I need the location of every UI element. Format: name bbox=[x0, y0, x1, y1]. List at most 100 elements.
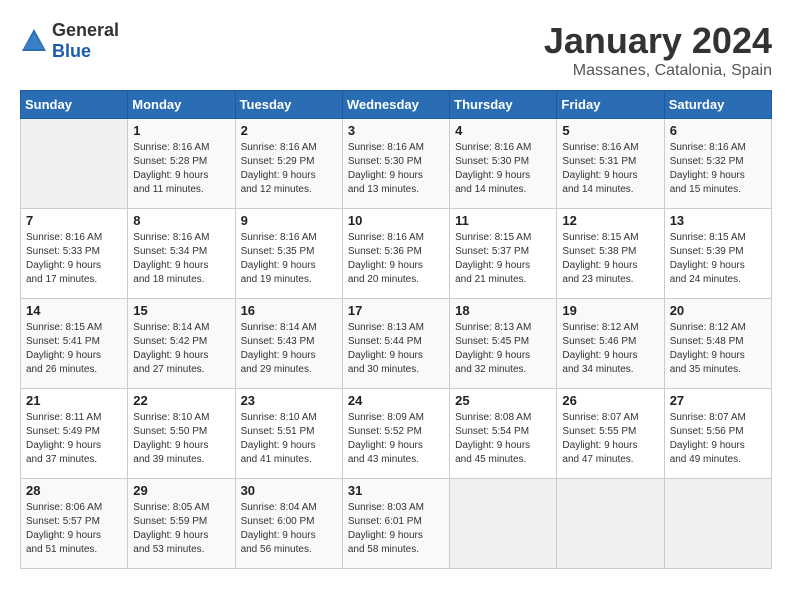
day-info: Sunrise: 8:15 AMSunset: 5:37 PMDaylight:… bbox=[455, 231, 551, 287]
day-info: Sunrise: 8:15 AMSunset: 5:38 PMDaylight:… bbox=[562, 231, 658, 287]
calendar-cell: 28 Sunrise: 8:06 AMSunset: 5:57 PMDayligh… bbox=[21, 479, 128, 569]
day-number: 3 bbox=[348, 123, 444, 138]
week-row-2: 7Sunrise: 8:16 AMSunset: 5:33 PMDaylight… bbox=[21, 209, 772, 299]
column-header-tuesday: Tuesday bbox=[235, 91, 342, 119]
month-title: January 2024 bbox=[544, 20, 772, 62]
day-info: Sunrise: 8:14 AMSunset: 5:42 PMDaylight:… bbox=[133, 321, 229, 377]
day-number: 14 bbox=[26, 303, 122, 318]
column-header-friday: Friday bbox=[557, 91, 664, 119]
day-info: Sunrise: 8:16 AMSunset: 5:36 PMDaylight:… bbox=[348, 231, 444, 287]
day-info: Sunrise: 8:07 AMSunset: 5:56 PMDaylight:… bbox=[670, 411, 766, 467]
day-number: 5 bbox=[562, 123, 658, 138]
calendar-cell: 21 Sunrise: 8:11 AMSunset: 5:49 PMDayligh… bbox=[21, 389, 128, 479]
day-info: Sunrise: 8:16 AMSunset: 5:32 PMDaylight:… bbox=[670, 141, 766, 197]
day-number: 25 bbox=[455, 393, 551, 408]
calendar-cell: 30Sunrise: 8:04 AMSunset: 6:00 PMDayligh… bbox=[235, 479, 342, 569]
calendar-cell: 22Sunrise: 8:10 AMSunset: 5:50 PMDayligh… bbox=[128, 389, 235, 479]
day-number: 23 bbox=[241, 393, 337, 408]
calendar-cell: 18Sunrise: 8:13 AMSunset: 5:45 PMDayligh… bbox=[450, 299, 557, 389]
day-info: Sunrise: 8:09 AMSunset: 5:52 PMDaylight:… bbox=[348, 411, 444, 467]
calendar-cell: 20 Sunrise: 8:12 AMSunset: 5:48 PMDayligh… bbox=[664, 299, 771, 389]
logo-blue: Blue bbox=[52, 41, 91, 61]
day-info: Sunrise: 8:03 AMSunset: 6:01 PMDaylight:… bbox=[348, 501, 444, 557]
day-number: 7 bbox=[26, 213, 122, 228]
day-number: 22 bbox=[133, 393, 229, 408]
day-number: 10 bbox=[348, 213, 444, 228]
day-info: Sunrise: 8:15 AMSunset: 5:39 PMDaylight:… bbox=[670, 231, 766, 287]
column-header-monday: Monday bbox=[128, 91, 235, 119]
day-info: Sunrise: 8:16 AMSunset: 5:29 PMDaylight:… bbox=[241, 141, 337, 197]
calendar-body: 1Sunrise: 8:16 AMSunset: 5:28 PMDaylight… bbox=[21, 119, 772, 569]
day-number: 11 bbox=[455, 213, 551, 228]
calendar-cell: 5Sunrise: 8:16 AMSunset: 5:31 PMDaylight… bbox=[557, 119, 664, 209]
day-number: 29 bbox=[133, 483, 229, 498]
day-info: Sunrise: 8:12 AMSunset: 5:48 PMDaylight:… bbox=[670, 321, 766, 377]
day-info: Sunrise: 8:06 AMSunset: 5:57 PMDaylight:… bbox=[26, 501, 122, 557]
calendar-cell: 29 Sunrise: 8:05 AMSunset: 5:59 PMDayligh… bbox=[128, 479, 235, 569]
calendar-cell: 6 Sunrise: 8:16 AMSunset: 5:32 PMDaylight… bbox=[664, 119, 771, 209]
calendar-cell: 23 Sunrise: 8:10 AMSunset: 5:51 PMDayligh… bbox=[235, 389, 342, 479]
day-number: 8 bbox=[133, 213, 229, 228]
calendar-cell: 4 Sunrise: 8:16 AMSunset: 5:30 PMDaylight… bbox=[450, 119, 557, 209]
day-info: Sunrise: 8:08 AMSunset: 5:54 PMDaylight:… bbox=[455, 411, 551, 467]
calendar-cell: 15 Sunrise: 8:14 AMSunset: 5:42 PMDayligh… bbox=[128, 299, 235, 389]
day-info: Sunrise: 8:16 AMSunset: 5:28 PMDaylight:… bbox=[133, 141, 229, 197]
day-info: Sunrise: 8:07 AMSunset: 5:55 PMDaylight:… bbox=[562, 411, 658, 467]
day-info: Sunrise: 8:05 AMSunset: 5:59 PMDaylight:… bbox=[133, 501, 229, 557]
day-info: Sunrise: 8:16 AMSunset: 5:35 PMDaylight:… bbox=[241, 231, 337, 287]
calendar-cell: 1Sunrise: 8:16 AMSunset: 5:28 PMDaylight… bbox=[128, 119, 235, 209]
calendar-cell: 2 Sunrise: 8:16 AMSunset: 5:29 PMDaylight… bbox=[235, 119, 342, 209]
calendar-cell: 13 Sunrise: 8:15 AMSunset: 5:39 PMDayligh… bbox=[664, 209, 771, 299]
calendar-cell: 11 Sunrise: 8:15 AMSunset: 5:37 PMDayligh… bbox=[450, 209, 557, 299]
calendar-cell: 27Sunrise: 8:07 AMSunset: 5:56 PMDayligh… bbox=[664, 389, 771, 479]
location-title: Massanes, Catalonia, Spain bbox=[544, 62, 772, 80]
calendar-header-row: SundayMondayTuesdayWednesdayThursdayFrid… bbox=[21, 91, 772, 119]
calendar-cell: 7Sunrise: 8:16 AMSunset: 5:33 PMDaylight… bbox=[21, 209, 128, 299]
calendar-cell: 12 Sunrise: 8:15 AMSunset: 5:38 PMDayligh… bbox=[557, 209, 664, 299]
day-number: 31 bbox=[348, 483, 444, 498]
calendar-table: SundayMondayTuesdayWednesdayThursdayFrid… bbox=[20, 90, 772, 569]
calendar-cell: 16Sunrise: 8:14 AMSunset: 5:43 PMDayligh… bbox=[235, 299, 342, 389]
calendar-cell bbox=[450, 479, 557, 569]
week-row-3: 14 Sunrise: 8:15 AMSunset: 5:41 PMDayligh… bbox=[21, 299, 772, 389]
day-info: Sunrise: 8:04 AMSunset: 6:00 PMDaylight:… bbox=[241, 501, 337, 557]
calendar-cell: 9Sunrise: 8:16 AMSunset: 5:35 PMDaylight… bbox=[235, 209, 342, 299]
calendar-cell bbox=[557, 479, 664, 569]
day-info: Sunrise: 8:13 AMSunset: 5:45 PMDaylight:… bbox=[455, 321, 551, 377]
day-info: Sunrise: 8:11 AMSunset: 5:49 PMDaylight:… bbox=[26, 411, 122, 467]
calendar-cell: 19 Sunrise: 8:12 AMSunset: 5:46 PMDayligh… bbox=[557, 299, 664, 389]
day-number: 2 bbox=[241, 123, 337, 138]
calendar-cell: 14 Sunrise: 8:15 AMSunset: 5:41 PMDayligh… bbox=[21, 299, 128, 389]
day-number: 4 bbox=[455, 123, 551, 138]
day-number: 6 bbox=[670, 123, 766, 138]
calendar-cell bbox=[664, 479, 771, 569]
column-header-saturday: Saturday bbox=[664, 91, 771, 119]
logo: General Blue bbox=[20, 20, 119, 62]
day-number: 28 bbox=[26, 483, 122, 498]
day-number: 21 bbox=[26, 393, 122, 408]
day-info: Sunrise: 8:15 AMSunset: 5:41 PMDaylight:… bbox=[26, 321, 122, 377]
day-info: Sunrise: 8:13 AMSunset: 5:44 PMDaylight:… bbox=[348, 321, 444, 377]
day-number: 15 bbox=[133, 303, 229, 318]
calendar-cell: 3 Sunrise: 8:16 AMSunset: 5:30 PMDaylight… bbox=[342, 119, 449, 209]
header: General Blue January 2024 Massanes, Cata… bbox=[20, 20, 772, 80]
column-header-sunday: Sunday bbox=[21, 91, 128, 119]
day-info: Sunrise: 8:10 AMSunset: 5:51 PMDaylight:… bbox=[241, 411, 337, 467]
title-area: January 2024 Massanes, Catalonia, Spain bbox=[544, 20, 772, 80]
calendar-cell: 25 Sunrise: 8:08 AMSunset: 5:54 PMDayligh… bbox=[450, 389, 557, 479]
day-number: 19 bbox=[562, 303, 658, 318]
week-row-4: 21 Sunrise: 8:11 AMSunset: 5:49 PMDayligh… bbox=[21, 389, 772, 479]
day-info: Sunrise: 8:16 AMSunset: 5:34 PMDaylight:… bbox=[133, 231, 229, 287]
logo-general: General bbox=[52, 20, 119, 40]
day-info: Sunrise: 8:16 AMSunset: 5:30 PMDaylight:… bbox=[348, 141, 444, 197]
day-info: Sunrise: 8:12 AMSunset: 5:46 PMDaylight:… bbox=[562, 321, 658, 377]
day-number: 13 bbox=[670, 213, 766, 228]
column-header-wednesday: Wednesday bbox=[342, 91, 449, 119]
week-row-5: 28 Sunrise: 8:06 AMSunset: 5:57 PMDayligh… bbox=[21, 479, 772, 569]
day-number: 12 bbox=[562, 213, 658, 228]
column-header-thursday: Thursday bbox=[450, 91, 557, 119]
day-info: Sunrise: 8:16 AMSunset: 5:30 PMDaylight:… bbox=[455, 141, 551, 197]
day-number: 20 bbox=[670, 303, 766, 318]
calendar-cell: 24Sunrise: 8:09 AMSunset: 5:52 PMDayligh… bbox=[342, 389, 449, 479]
calendar-cell bbox=[21, 119, 128, 209]
